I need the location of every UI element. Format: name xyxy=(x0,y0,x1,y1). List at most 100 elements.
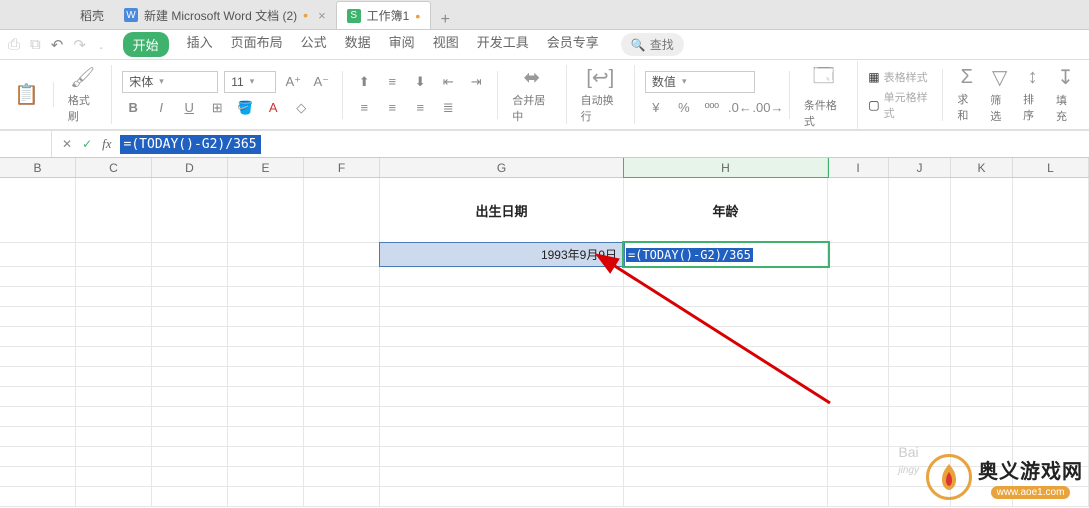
new-tab-button[interactable]: + xyxy=(431,11,459,29)
cell[interactable] xyxy=(380,327,624,346)
cell[interactable] xyxy=(828,347,889,366)
menu-home[interactable]: 开始 xyxy=(123,32,169,57)
cell[interactable] xyxy=(624,407,828,426)
cell[interactable] xyxy=(76,407,152,426)
header-birthdate[interactable]: 出生日期 xyxy=(380,178,624,242)
font-size-select[interactable]: 11▾ xyxy=(224,71,276,93)
cell[interactable] xyxy=(1013,287,1089,306)
cell[interactable] xyxy=(1013,427,1089,446)
align-bottom-icon[interactable]: ⬇ xyxy=(409,71,431,93)
cell[interactable] xyxy=(152,447,228,466)
cell[interactable] xyxy=(889,243,951,266)
redo-icon[interactable]: ↷ xyxy=(73,36,86,54)
increase-font-icon[interactable]: A⁺ xyxy=(282,71,304,93)
paste-button[interactable]: 📋 xyxy=(10,82,43,107)
cell[interactable] xyxy=(304,447,380,466)
cell[interactable] xyxy=(828,327,889,346)
menu-member[interactable]: 会员专享 xyxy=(547,32,599,57)
cell[interactable] xyxy=(0,427,76,446)
sum-button[interactable]: Σ求和 xyxy=(953,66,980,123)
cell[interactable] xyxy=(624,327,828,346)
cell[interactable] xyxy=(0,367,76,386)
cell[interactable] xyxy=(951,347,1013,366)
cell[interactable] xyxy=(624,367,828,386)
align-top-icon[interactable]: ⬆ xyxy=(353,71,375,93)
cell[interactable] xyxy=(0,307,76,326)
tab-sheet-doc[interactable]: S 工作簿1 • xyxy=(336,1,432,29)
sort-button[interactable]: ↕排序 xyxy=(1019,66,1046,123)
align-left-icon[interactable]: ≡ xyxy=(353,97,375,119)
cell[interactable] xyxy=(828,367,889,386)
cell[interactable] xyxy=(152,467,228,486)
cell[interactable] xyxy=(951,387,1013,406)
cell[interactable] xyxy=(76,467,152,486)
percent-icon[interactable]: % xyxy=(673,97,695,119)
border-button[interactable]: ⊞ xyxy=(206,97,228,119)
cell[interactable] xyxy=(304,243,380,266)
cell[interactable] xyxy=(304,327,380,346)
cell[interactable] xyxy=(152,243,228,266)
cell[interactable] xyxy=(380,427,624,446)
cell[interactable] xyxy=(951,243,1013,266)
menu-dev[interactable]: 开发工具 xyxy=(477,32,529,57)
font-name-select[interactable]: 宋体▾ xyxy=(122,71,218,93)
font-color-button[interactable]: A xyxy=(262,97,284,119)
align-middle-icon[interactable]: ≡ xyxy=(381,71,403,93)
cell[interactable] xyxy=(228,387,304,406)
decrease-decimal-icon[interactable]: .0← xyxy=(729,97,751,119)
cell[interactable] xyxy=(228,347,304,366)
col-header-B[interactable]: B xyxy=(0,158,76,177)
cell[interactable] xyxy=(228,427,304,446)
cell[interactable] xyxy=(624,347,828,366)
cell[interactable] xyxy=(228,307,304,326)
cell[interactable] xyxy=(624,467,828,486)
cell[interactable] xyxy=(304,307,380,326)
formula-input[interactable]: =(TODAY()-G2)/365 xyxy=(120,137,261,152)
accept-formula-icon[interactable]: ✓ xyxy=(82,137,92,151)
cell[interactable] xyxy=(380,287,624,306)
menu-data[interactable]: 数据 xyxy=(345,32,371,57)
table-style-icon[interactable]: ▦ xyxy=(868,70,879,84)
col-header-D[interactable]: D xyxy=(152,158,228,177)
cell[interactable] xyxy=(624,487,828,506)
fx-icon[interactable]: fx xyxy=(102,136,119,152)
cell[interactable] xyxy=(889,327,951,346)
cell[interactable] xyxy=(228,243,304,266)
close-icon[interactable]: × xyxy=(318,8,326,23)
col-header-C[interactable]: C xyxy=(76,158,152,177)
cell[interactable] xyxy=(951,367,1013,386)
cell[interactable] xyxy=(76,487,152,506)
cell[interactable] xyxy=(889,307,951,326)
cell[interactable] xyxy=(624,427,828,446)
cell[interactable] xyxy=(624,447,828,466)
header-age[interactable]: 年龄 xyxy=(624,178,828,242)
name-box[interactable] xyxy=(0,131,52,157)
cell[interactable] xyxy=(889,407,951,426)
cell[interactable] xyxy=(0,243,76,266)
cell[interactable] xyxy=(228,447,304,466)
align-right-icon[interactable]: ≡ xyxy=(409,97,431,119)
bold-button[interactable]: B xyxy=(122,97,144,119)
number-format-select[interactable]: 数值▾ xyxy=(645,71,755,93)
cell[interactable] xyxy=(152,178,228,242)
cell[interactable] xyxy=(152,407,228,426)
cell[interactable] xyxy=(228,467,304,486)
col-header-F[interactable]: F xyxy=(304,158,380,177)
cell[interactable] xyxy=(76,367,152,386)
cell[interactable] xyxy=(951,267,1013,286)
cell[interactable] xyxy=(304,427,380,446)
cell[interactable] xyxy=(380,347,624,366)
cell[interactable] xyxy=(76,243,152,266)
cell[interactable] xyxy=(828,387,889,406)
col-header-E[interactable]: E xyxy=(228,158,304,177)
cell[interactable] xyxy=(828,267,889,286)
tab-home[interactable]: 稻壳 xyxy=(70,1,114,29)
cell[interactable] xyxy=(828,447,889,466)
cell[interactable] xyxy=(76,427,152,446)
cell[interactable] xyxy=(828,178,889,242)
cell[interactable] xyxy=(304,367,380,386)
cell[interactable] xyxy=(152,307,228,326)
menu-view[interactable]: 视图 xyxy=(433,32,459,57)
cell-h2-active[interactable]: =(TODAY()-G2)/365 xyxy=(624,243,828,266)
cell[interactable] xyxy=(380,267,624,286)
